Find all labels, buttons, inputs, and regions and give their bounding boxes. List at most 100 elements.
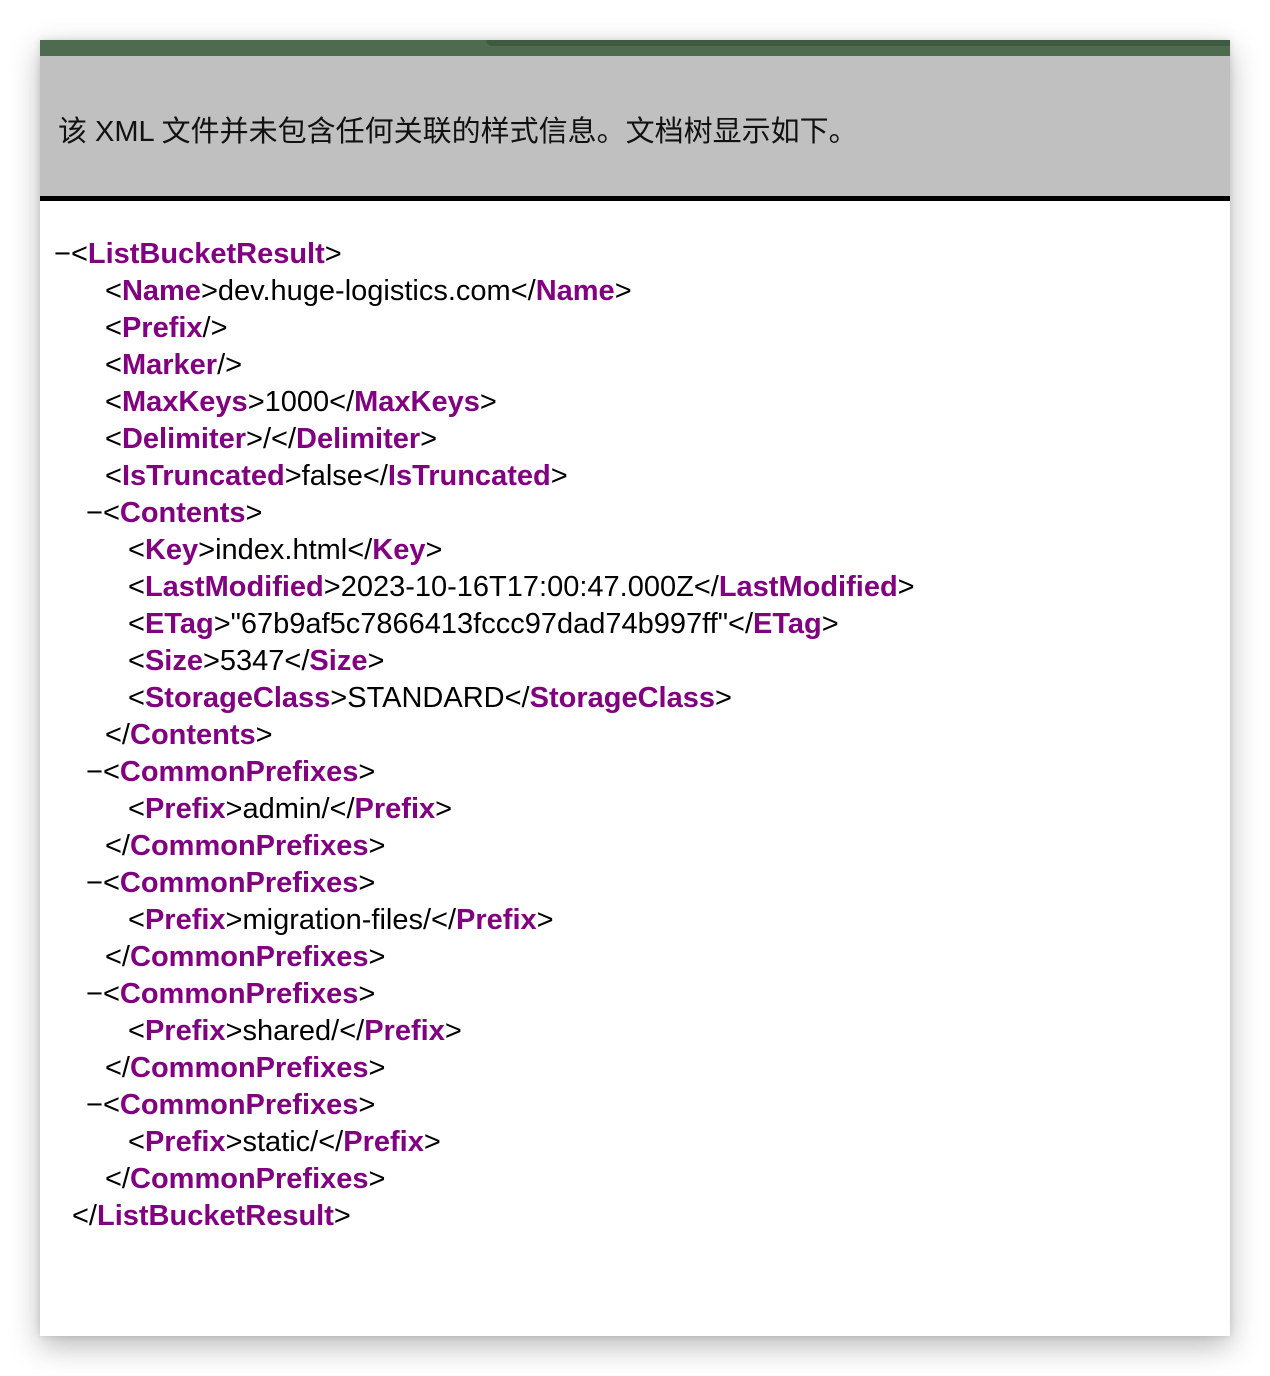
tag-name: CommonPrefixes [130, 1052, 369, 1084]
element-text-value: 5347 [219, 645, 285, 677]
tag-bracket: > [284, 460, 302, 492]
tag-name: IsTruncated [121, 460, 285, 492]
collapse-toggle[interactable]: − [86, 1089, 103, 1121]
tag-name: Delimiter [296, 423, 421, 455]
tag-bracket: > [897, 571, 915, 603]
collapse-toggle[interactable]: − [86, 497, 103, 529]
xml-tree-line: −<CommonPrefixes> [54, 1087, 1214, 1124]
tag-name: Prefix [364, 1015, 445, 1047]
tag-bracket: < [128, 682, 145, 714]
tag-bracket: > [358, 756, 376, 788]
tag-bracket: </ [72, 1200, 97, 1232]
tag-bracket: </ [105, 830, 130, 862]
tag-name: Prefix [354, 793, 436, 825]
tag-name: StorageClass [144, 682, 331, 714]
tag-bracket: > [536, 904, 554, 936]
tag-bracket: > [358, 1089, 376, 1121]
tag-bracket: > [333, 1200, 351, 1232]
tag-bracket: < [102, 978, 120, 1010]
tag-bracket: > [324, 238, 342, 270]
tag-bracket: < [105, 386, 122, 418]
tag-bracket: </ [271, 423, 297, 455]
xml-tree-line: </CommonPrefixes> [54, 1161, 1214, 1198]
xml-tree-line: <Marker/> [54, 347, 1214, 384]
xml-tree-line: <Delimiter>/</Delimiter> [54, 421, 1214, 458]
tag-bracket: > [479, 386, 497, 418]
tag-bracket: </ [329, 386, 355, 418]
tag-bracket: < [102, 756, 120, 788]
tag-bracket: </ [105, 1052, 130, 1084]
tag-name: Prefix [144, 793, 226, 825]
tag-name: ListBucketResult [97, 1200, 334, 1232]
tag-bracket: < [128, 1015, 145, 1047]
collapse-toggle[interactable]: − [86, 867, 103, 899]
element-text-value: migration-files/ [242, 904, 432, 936]
tag-name: Contents [130, 719, 256, 751]
tag-name: Key [144, 534, 199, 566]
tag-bracket: > [198, 534, 216, 566]
xml-tree-line: </Contents> [54, 717, 1214, 754]
xml-tree-line: −<Contents> [54, 495, 1214, 532]
xml-style-notice-text: 该 XML 文件并未包含任何关联的样式信息。文档树显示如下。 [58, 116, 858, 148]
tag-bracket: </ [728, 608, 754, 640]
xml-style-notice: 该 XML 文件并未包含任何关联的样式信息。文档树显示如下。 [40, 56, 1230, 201]
tag-bracket: > [550, 460, 568, 492]
tag-name: Contents [119, 497, 246, 529]
xml-tree-line: −<CommonPrefixes> [54, 976, 1214, 1013]
tag-name: Name [121, 275, 201, 307]
tag-bracket: > [202, 645, 220, 677]
element-text-value: / [262, 423, 272, 455]
tag-name: StorageClass [529, 682, 715, 714]
tag-bracket: > [435, 793, 453, 825]
tag-name: Marker [121, 349, 218, 381]
tag-name: IsTruncated [387, 460, 551, 492]
tag-bracket: < [105, 312, 122, 344]
tag-bracket: > [200, 275, 218, 307]
tag-bracket: > [225, 793, 243, 825]
tag-name: Delimiter [121, 423, 247, 455]
tag-bracket: < [102, 867, 120, 899]
xml-tree-line: </CommonPrefixes> [54, 939, 1214, 976]
element-text-value: 1000 [264, 386, 330, 418]
collapse-toggle[interactable]: − [86, 756, 103, 788]
tag-bracket: > [368, 830, 386, 862]
element-text-value: "67b9af5c7866413fccc97dad74b997ff" [230, 608, 729, 640]
tag-bracket: < [128, 571, 145, 603]
element-text-value: shared/ [242, 1015, 340, 1047]
tag-name: LastModified [144, 571, 324, 603]
xml-tree-line: <IsTruncated>false</IsTruncated> [54, 458, 1214, 495]
element-text-value: false [301, 460, 363, 492]
tag-name: CommonPrefixes [119, 1089, 359, 1121]
tag-name: Size [144, 645, 203, 677]
tag-bracket: < [128, 1126, 145, 1158]
tag-bracket: > [714, 682, 732, 714]
browser-tab-strip [486, 40, 1230, 46]
tag-name: Prefix [121, 312, 203, 344]
tag-bracket: > [368, 1163, 386, 1195]
tag-bracket: < [128, 608, 145, 640]
tag-bracket: < [70, 238, 88, 270]
tag-bracket: > [821, 608, 839, 640]
collapse-toggle[interactable]: − [54, 238, 71, 270]
tag-bracket: > [358, 867, 376, 899]
tag-name: MaxKeys [354, 386, 480, 418]
xml-tree-line: <Prefix>admin/</Prefix> [54, 791, 1214, 828]
tag-bracket: > [246, 423, 263, 455]
xml-tree-line: −<CommonPrefixes> [54, 865, 1214, 902]
tag-name: Prefix [144, 904, 226, 936]
tag-bracket: < [105, 349, 122, 381]
xml-tree-line: </CommonPrefixes> [54, 1050, 1214, 1087]
tag-name: CommonPrefixes [130, 941, 369, 973]
tag-bracket: > [423, 1126, 441, 1158]
tag-bracket: </ [362, 460, 388, 492]
xml-tree-line: −<CommonPrefixes> [54, 754, 1214, 791]
tag-bracket: > [323, 571, 341, 603]
tag-bracket: </ [105, 1163, 130, 1195]
collapse-toggle[interactable]: − [86, 978, 103, 1010]
tag-bracket: < [128, 645, 145, 677]
xml-document-tree: −<ListBucketResult> <Name>dev.huge-logist… [54, 236, 1214, 1235]
tag-bracket: > [247, 386, 265, 418]
tag-name: CommonPrefixes [130, 1163, 369, 1195]
tag-bracket: > [367, 645, 385, 677]
tag-name: Size [309, 645, 368, 677]
